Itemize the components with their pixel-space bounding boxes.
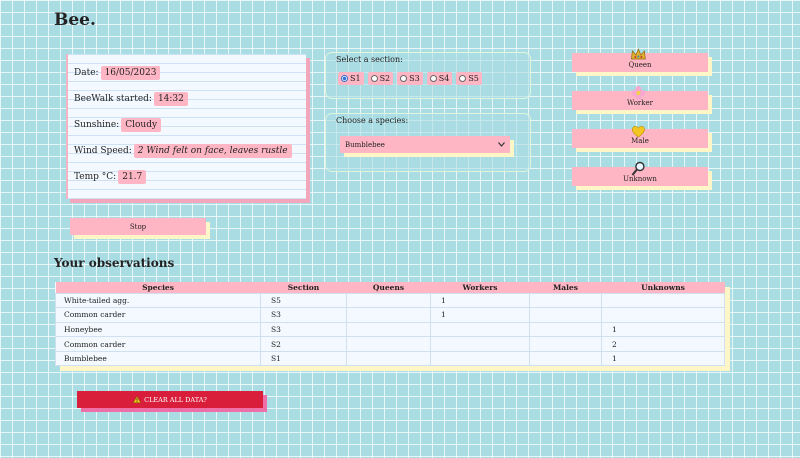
column-header-species: Species bbox=[55, 282, 261, 293]
cell-queens bbox=[346, 336, 431, 352]
cell-queens bbox=[346, 292, 431, 309]
cell-species: Common carder bbox=[55, 307, 261, 323]
date-label: Date: bbox=[74, 68, 99, 78]
wind-speed-value[interactable]: 2 Wind felt on face, leaves rustle bbox=[133, 144, 292, 158]
cell-section: S3 bbox=[260, 321, 347, 338]
cell-unknowns: 1 bbox=[601, 321, 725, 338]
column-header-queens: Queens bbox=[346, 282, 431, 293]
temperature-label: Temp °C: bbox=[74, 172, 117, 182]
table-header-row: Species Section Queens Workers Males Unk… bbox=[55, 282, 725, 293]
cell-section: S2 bbox=[260, 336, 347, 352]
radio-icon[interactable] bbox=[370, 75, 378, 82]
cell-queens bbox=[346, 350, 431, 367]
radio-selected-icon[interactable] bbox=[341, 75, 348, 82]
unknown-label: Unknown bbox=[623, 175, 657, 183]
section-option-s4[interactable]: S4 bbox=[426, 72, 453, 85]
column-header-males: Males bbox=[529, 282, 602, 293]
cell-males bbox=[529, 307, 602, 323]
column-header-workers: Workers bbox=[430, 282, 530, 293]
male-button[interactable]: Male bbox=[572, 125, 708, 148]
radio-icon[interactable] bbox=[459, 75, 467, 82]
section-label: Select a section: bbox=[336, 55, 403, 64]
date-row: Date: 16/05/2023 bbox=[74, 66, 161, 80]
cell-workers bbox=[430, 321, 530, 338]
cell-males bbox=[529, 321, 602, 338]
radio-icon[interactable] bbox=[429, 75, 437, 82]
section-option-s5[interactable]: S5 bbox=[456, 72, 482, 85]
app-title: Bee. bbox=[54, 10, 96, 30]
male-label: Male bbox=[631, 137, 649, 145]
date-value[interactable]: 16/05/2023 bbox=[100, 66, 161, 80]
start-time-value[interactable]: 14:32 bbox=[153, 92, 188, 106]
species-select[interactable]: Bumblebee bbox=[340, 136, 510, 153]
column-header-section: Section bbox=[260, 282, 347, 293]
clear-all-data-label: CLEAR ALL DATA? bbox=[144, 395, 207, 404]
unknown-button[interactable]: Unknown bbox=[572, 161, 708, 186]
observations-heading: Your observations bbox=[54, 256, 175, 270]
worker-button[interactable]: Worker bbox=[572, 86, 708, 110]
table-row: Honeybee S3 1 bbox=[55, 321, 725, 338]
start-time-row: BeeWalk started: 14:32 bbox=[74, 92, 188, 106]
cell-workers: 1 bbox=[430, 307, 530, 323]
wind-speed-label: Wind Speed: bbox=[74, 146, 132, 156]
queen-button[interactable]: Queen bbox=[572, 48, 708, 72]
cell-workers bbox=[430, 350, 530, 367]
stop-button[interactable]: Stop bbox=[70, 218, 206, 235]
chevron-down-icon bbox=[498, 142, 505, 147]
cell-males bbox=[529, 350, 602, 367]
section-panel: Select a section: S1 S2 S3 S4 S5 bbox=[325, 52, 531, 99]
cell-unknowns: 1 bbox=[601, 350, 725, 367]
cell-species: Common carder bbox=[55, 336, 261, 352]
table-row: Bumblebee S1 1 bbox=[55, 350, 725, 367]
queen-label: Queen bbox=[628, 61, 652, 69]
sunshine-row: Sunshine: Cloudy bbox=[74, 118, 162, 132]
temperature-row: Temp °C: 21.7 bbox=[74, 170, 147, 184]
cell-queens bbox=[346, 307, 431, 323]
cell-unknowns bbox=[601, 307, 725, 323]
section-radio-group: S1 S2 S3 S4 S5 bbox=[338, 72, 482, 85]
cell-males bbox=[529, 292, 602, 309]
cell-section: S1 bbox=[260, 350, 347, 367]
section-option-s1[interactable]: S1 bbox=[338, 72, 364, 85]
temperature-value[interactable]: 21.7 bbox=[118, 170, 147, 184]
cell-species: White-tailed agg. bbox=[55, 292, 261, 309]
observations-table: Species Section Queens Workers Males Unk… bbox=[55, 282, 725, 367]
species-selected-value: Bumblebee bbox=[345, 140, 385, 149]
worker-label: Worker bbox=[626, 99, 653, 107]
cell-queens bbox=[346, 321, 431, 338]
sunshine-value[interactable]: Cloudy bbox=[121, 118, 162, 132]
wind-speed-row: Wind Speed: 2 Wind felt on face, leaves … bbox=[74, 144, 292, 158]
column-header-unknowns: Unknowns bbox=[601, 282, 725, 293]
cell-workers bbox=[430, 336, 530, 352]
cell-males bbox=[529, 336, 602, 352]
section-option-s3[interactable]: S3 bbox=[397, 72, 423, 85]
table-row: Common carder S3 1 bbox=[55, 307, 725, 323]
section-option-s2[interactable]: S2 bbox=[367, 72, 394, 85]
cell-section: S5 bbox=[260, 292, 347, 309]
species-label: Choose a species: bbox=[336, 116, 409, 125]
cell-species: Honeybee bbox=[55, 321, 261, 338]
start-time-label: BeeWalk started: bbox=[74, 94, 152, 104]
cell-unknowns bbox=[601, 292, 725, 309]
sunshine-label: Sunshine: bbox=[74, 120, 120, 130]
walk-details-card: Date: 16/05/2023 BeeWalk started: 14:32 … bbox=[66, 54, 306, 199]
cell-species: Bumblebee bbox=[55, 350, 261, 367]
cell-section: S3 bbox=[260, 307, 347, 323]
cell-workers: 1 bbox=[430, 292, 530, 309]
cell-unknowns: 2 bbox=[601, 336, 725, 352]
radio-icon[interactable] bbox=[400, 75, 408, 82]
table-row: White-tailed agg. S5 1 bbox=[55, 292, 725, 309]
clear-all-data-button[interactable]: CLEAR ALL DATA? bbox=[77, 391, 263, 408]
table-row: Common carder S2 2 bbox=[55, 336, 725, 352]
species-panel: Choose a species: Bumblebee bbox=[325, 113, 531, 172]
warning-icon bbox=[133, 396, 142, 403]
